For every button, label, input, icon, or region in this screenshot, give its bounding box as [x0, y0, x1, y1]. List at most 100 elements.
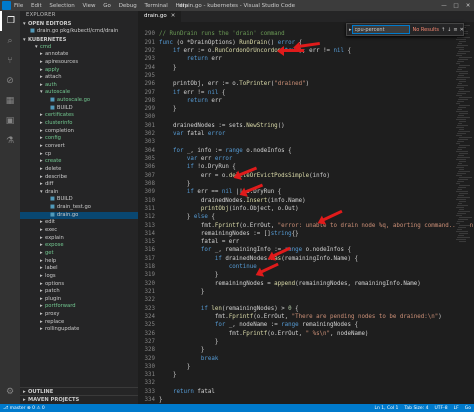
- code-line: 316 for _, remainingInfo := range o.node…: [138, 246, 474, 254]
- status-encoding[interactable]: UTF-8: [435, 406, 448, 411]
- tree-item[interactable]: ▸ apiresources: [20, 59, 138, 67]
- tree-item[interactable]: ▸ help: [20, 258, 138, 266]
- tree-item[interactable]: ■ drain.go: [20, 211, 138, 220]
- status-language[interactable]: Go: [465, 406, 471, 411]
- tree-item[interactable]: ▸ attach: [20, 74, 138, 82]
- tree-item[interactable]: ▸ get: [20, 250, 138, 258]
- tree-item[interactable]: ▸ cp: [20, 151, 138, 159]
- menu-file[interactable]: File: [14, 3, 23, 9]
- status-branch[interactable]: ⎇ master ⊗ 0 ⚠ 0: [3, 406, 45, 411]
- tree-item[interactable]: ▸ options: [20, 281, 138, 289]
- tree-item[interactable]: ▸ diff: [20, 181, 138, 189]
- tree-item[interactable]: ■ autoscale.go: [20, 97, 138, 105]
- tree-item[interactable]: ▸ config: [20, 135, 138, 143]
- tree-item[interactable]: ▸ delete: [20, 166, 138, 174]
- tree-item[interactable]: ▸ explain: [20, 235, 138, 243]
- maximize-icon[interactable]: □: [450, 3, 462, 9]
- tree-item[interactable]: ▾ autoscale: [20, 89, 138, 97]
- debug-icon[interactable]: ⊘: [0, 71, 20, 91]
- tree-item[interactable]: ▸ plugin: [20, 296, 138, 304]
- menu-debug[interactable]: Debug: [119, 3, 137, 9]
- menu-edit[interactable]: Edit: [31, 3, 42, 9]
- close-tab-icon[interactable]: ✕: [171, 13, 176, 19]
- minimize-icon[interactable]: —: [438, 3, 450, 9]
- line-number: 334: [144, 397, 155, 404]
- menu-bar: File Edit Selection View Go Debug Termin…: [14, 3, 194, 9]
- tree-item-label: clusterinfo: [45, 120, 73, 127]
- tree-item[interactable]: ▸ describe: [20, 174, 138, 182]
- tree-item-label: drain.go: [56, 211, 79, 218]
- source-control-icon[interactable]: ⑂: [0, 51, 20, 71]
- tree-item-label: autoscale: [45, 89, 71, 96]
- line-number: 300: [144, 114, 155, 121]
- tree-item[interactable]: ▸ convert: [20, 143, 138, 151]
- menu-terminal[interactable]: Terminal: [145, 3, 168, 9]
- tree-item[interactable]: ▸ expose: [20, 242, 138, 250]
- menu-help[interactable]: Help: [176, 3, 189, 9]
- find-input[interactable]: [351, 25, 410, 34]
- find-in-selection-icon[interactable]: ≡: [453, 27, 457, 33]
- search-icon[interactable]: ⌕: [0, 31, 20, 51]
- tree-item[interactable]: ■ BUILD: [20, 105, 138, 113]
- tree-item[interactable]: ▸ exec: [20, 227, 138, 235]
- menu-view[interactable]: View: [82, 3, 95, 9]
- close-icon[interactable]: ✕: [462, 3, 474, 9]
- tree-item[interactable]: ▸ apply: [20, 67, 138, 75]
- explorer-icon[interactable]: ❐: [0, 11, 20, 31]
- menu-go[interactable]: Go: [103, 3, 111, 9]
- open-editor-item[interactable]: ■ drain.go pkg/kubectl/cmd/drain: [20, 28, 138, 36]
- tree-item[interactable]: ▸ edit: [20, 219, 138, 227]
- tree-item-label: BUILD: [56, 104, 73, 111]
- status-tab-size[interactable]: Tab Size: 4: [404, 406, 428, 411]
- minimap-line: [456, 191, 468, 192]
- previous-match-icon[interactable]: ↑: [441, 27, 445, 33]
- close-find-icon[interactable]: ✕: [460, 27, 464, 33]
- minimap-line: [456, 79, 466, 80]
- code-view[interactable]: 290 // RunDrain runs the 'drain' command 2…: [138, 22, 474, 404]
- tree-item[interactable]: ▸ portforward: [20, 303, 138, 311]
- tree-item-label: autoscale.go: [56, 97, 91, 104]
- code-text: }: [159, 347, 205, 354]
- test-icon[interactable]: ⚗: [0, 131, 20, 151]
- tree-item[interactable]: ▸ clusterinfo: [20, 120, 138, 128]
- next-match-icon[interactable]: ↓: [447, 27, 451, 33]
- remote-explorer-icon[interactable]: ▣: [0, 111, 20, 131]
- maven-projects-section[interactable]: ▸ MAVEN PROJECTS: [20, 395, 138, 403]
- tree-item-label: edit: [45, 219, 55, 226]
- tab-drain-go[interactable]: drain.go ✕: [138, 11, 182, 22]
- line-number: 316: [144, 247, 155, 254]
- tree-item[interactable]: ▸ create: [20, 158, 138, 166]
- settings-gear-icon[interactable]: ⚙: [0, 382, 20, 402]
- tree-item[interactable]: ▸ completion: [20, 128, 138, 136]
- tree-item[interactable]: ▸ auth: [20, 82, 138, 90]
- tree-item-label: help: [45, 257, 57, 264]
- extensions-icon[interactable]: ▦: [0, 91, 20, 111]
- tree-item[interactable]: ▸ annotate: [20, 51, 138, 59]
- tree-item[interactable]: ▾ drain: [20, 189, 138, 197]
- tree-item[interactable]: ▸ proxy: [20, 311, 138, 319]
- status-cursor-position[interactable]: Ln 1, Col 1: [374, 406, 398, 411]
- tree-item-label: options: [45, 280, 65, 287]
- tree-item[interactable]: ■ drain_test.go: [20, 204, 138, 212]
- project-section[interactable]: ▾ KUBERNETES: [20, 36, 138, 44]
- outline-section[interactable]: ▸ OUTLINE: [20, 387, 138, 395]
- menu-selection[interactable]: Selection: [49, 3, 74, 9]
- line-number: 292: [144, 47, 155, 54]
- tree-item[interactable]: ▸ replace: [20, 319, 138, 327]
- code-text: }: [159, 289, 205, 295]
- tree-item[interactable]: ■ BUILD: [20, 196, 138, 204]
- tree-item[interactable]: ▸ logs: [20, 273, 138, 281]
- code-line: 306 if !o.DryRun {: [138, 163, 474, 171]
- tree-item[interactable]: ▾ cmd: [20, 44, 138, 52]
- status-eol[interactable]: LF: [454, 406, 459, 411]
- minimap-line: [458, 155, 464, 156]
- code-line: 295: [138, 72, 474, 80]
- open-editors-section[interactable]: ▾ OPEN EDITORS: [20, 20, 138, 28]
- tree-item[interactable]: ▸ rollingupdate: [20, 326, 138, 334]
- tree-item[interactable]: ▸ patch: [20, 288, 138, 296]
- tree-item[interactable]: ▸ label: [20, 265, 138, 273]
- minimap[interactable]: [456, 22, 472, 404]
- tree-item[interactable]: ▸ certificates: [20, 112, 138, 120]
- minimap-line: [457, 149, 462, 150]
- minimap-line: [459, 41, 466, 42]
